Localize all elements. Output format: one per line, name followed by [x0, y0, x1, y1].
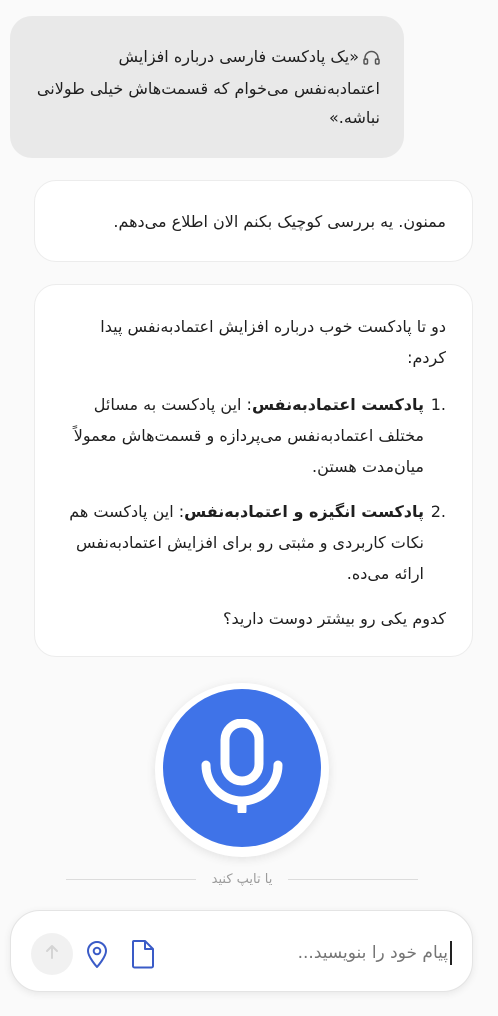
arrow-up-icon [43, 943, 61, 965]
file-icon[interactable] [129, 939, 157, 969]
reply-intro: دو تا پادکست خوب درباره افزایش اعتمادبه‌… [100, 317, 446, 367]
user-message-text: «یک پادکست فارسی درباره افزایش اعتمادبه‌… [36, 47, 380, 127]
list-item-number: 1. [430, 395, 446, 414]
divider-line [288, 878, 419, 880]
or-type-label: یا تایپ کنید [211, 871, 273, 887]
list-item: 2. پادکست انگیزه و اعتمادبه‌نفس: این پاد… [61, 496, 446, 589]
list-item-number: 2. [430, 502, 446, 521]
list-item-title: پادکست اعتمادبه‌نفس [251, 395, 424, 414]
location-pin-icon[interactable] [85, 941, 109, 969]
microphone-icon [196, 718, 288, 817]
reply-question: کدوم یکی رو بیشتر دوست دارید؟ [223, 609, 446, 628]
or-type-divider: یا تایپ کنید [66, 868, 419, 890]
divider-line [66, 878, 196, 880]
message-input[interactable] [232, 941, 452, 965]
user-message-bubble: «یک پادکست فارسی درباره افزایش اعتمادبه‌… [10, 16, 404, 158]
list-item: 1. پادکست اعتمادبه‌نفس: این پادکست به مس… [61, 389, 446, 482]
assistant-ack-message: ممنون. یه بررسی کوچیک بکنم الان اطلاع می… [34, 180, 473, 262]
headphones-icon [363, 45, 380, 74]
assistant-reply-message: دو تا پادکست خوب درباره افزایش اعتمادبه‌… [34, 284, 473, 657]
assistant-ack-text: ممنون. یه بررسی کوچیک بکنم الان اطلاع می… [113, 212, 446, 231]
send-button[interactable] [31, 933, 73, 975]
podcast-list: 1. پادکست اعتمادبه‌نفس: این پادکست به مس… [61, 389, 446, 589]
voice-input-button[interactable] [163, 689, 321, 847]
chat-screen: «یک پادکست فارسی درباره افزایش اعتمادبه‌… [0, 0, 498, 1016]
list-item-title: پادکست انگیزه و اعتمادبه‌نفس [184, 502, 424, 521]
message-composer [10, 910, 473, 992]
